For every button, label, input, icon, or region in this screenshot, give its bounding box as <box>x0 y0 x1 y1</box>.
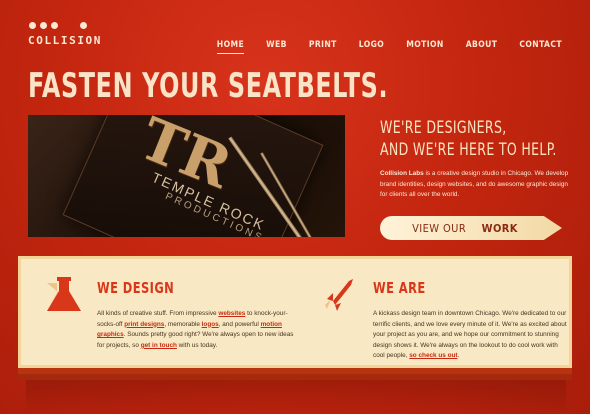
we-design-body: All kinds of creative stuff. From impres… <box>97 309 297 351</box>
link-check-us-out[interactable]: so check us out <box>409 352 457 359</box>
we-are-body: A kickass design team in downtown Chicag… <box>373 309 569 362</box>
nav-print[interactable]: PRINT <box>309 40 337 54</box>
view-work-button[interactable]: VIEW OUR WORK <box>380 216 562 240</box>
design-text-4: , and powerful <box>218 320 261 328</box>
design-text-6: with us today. <box>176 341 218 349</box>
nav-motion[interactable]: MOTION <box>406 40 443 54</box>
cta-label: VIEW OUR WORK <box>412 222 518 235</box>
hero-photo: TR TEMPLE ROCK PRODUCTIONS <box>28 115 345 237</box>
flask-icon <box>43 275 87 320</box>
link-get-in-touch[interactable]: get in touch <box>141 342 177 349</box>
nav-about[interactable]: ABOUT <box>466 40 498 54</box>
design-text-3: , memorable <box>164 320 202 328</box>
nav-logo[interactable]: LOGO <box>359 40 384 54</box>
site-logo[interactable]: COLLISION <box>28 22 102 47</box>
link-print-designs[interactable]: print designs <box>124 321 164 328</box>
nav-home[interactable]: HOME <box>216 40 245 54</box>
intro-title-line1: WE'RE DESIGNERS, <box>380 118 507 138</box>
weare-text-1: A kickass design team in downtown Chicag… <box>373 310 567 360</box>
link-logos[interactable]: logos <box>202 321 219 328</box>
panel-shadow <box>26 368 566 414</box>
weare-text-2: . <box>457 352 460 360</box>
design-text-1: All kinds of creative stuff. From impres… <box>97 310 219 317</box>
logo-wordmark: COLLISION <box>28 34 103 47</box>
link-websites[interactable]: websites <box>218 310 245 317</box>
we-design-title: WE DESIGN <box>97 279 175 297</box>
logo-dots-icon <box>28 22 88 32</box>
intro-title-line2: AND WE'RE HERE TO HELP. <box>380 140 557 160</box>
we-are-title: WE ARE <box>373 279 426 297</box>
intro-body: Collision Labs is a creative design stud… <box>380 169 570 201</box>
page-headline: FASTEN YOUR SEATBELTS. <box>28 66 389 106</box>
main-nav: HOME WEB PRINT LOGO MOTION ABOUT CONTACT <box>216 40 562 54</box>
intro-title: WE'RE DESIGNERS, AND WE'RE HERE TO HELP. <box>380 117 557 161</box>
nav-web[interactable]: WEB <box>266 40 287 54</box>
cta-prefix: VIEW OUR <box>412 221 470 235</box>
intro-company: Collision Labs <box>380 170 424 177</box>
rocket-icon <box>319 275 359 320</box>
cta-bold: WORK <box>481 221 518 235</box>
services-panel: WE DESIGN All kinds of creative stuff. F… <box>18 256 572 368</box>
nav-contact[interactable]: CONTACT <box>519 40 562 54</box>
